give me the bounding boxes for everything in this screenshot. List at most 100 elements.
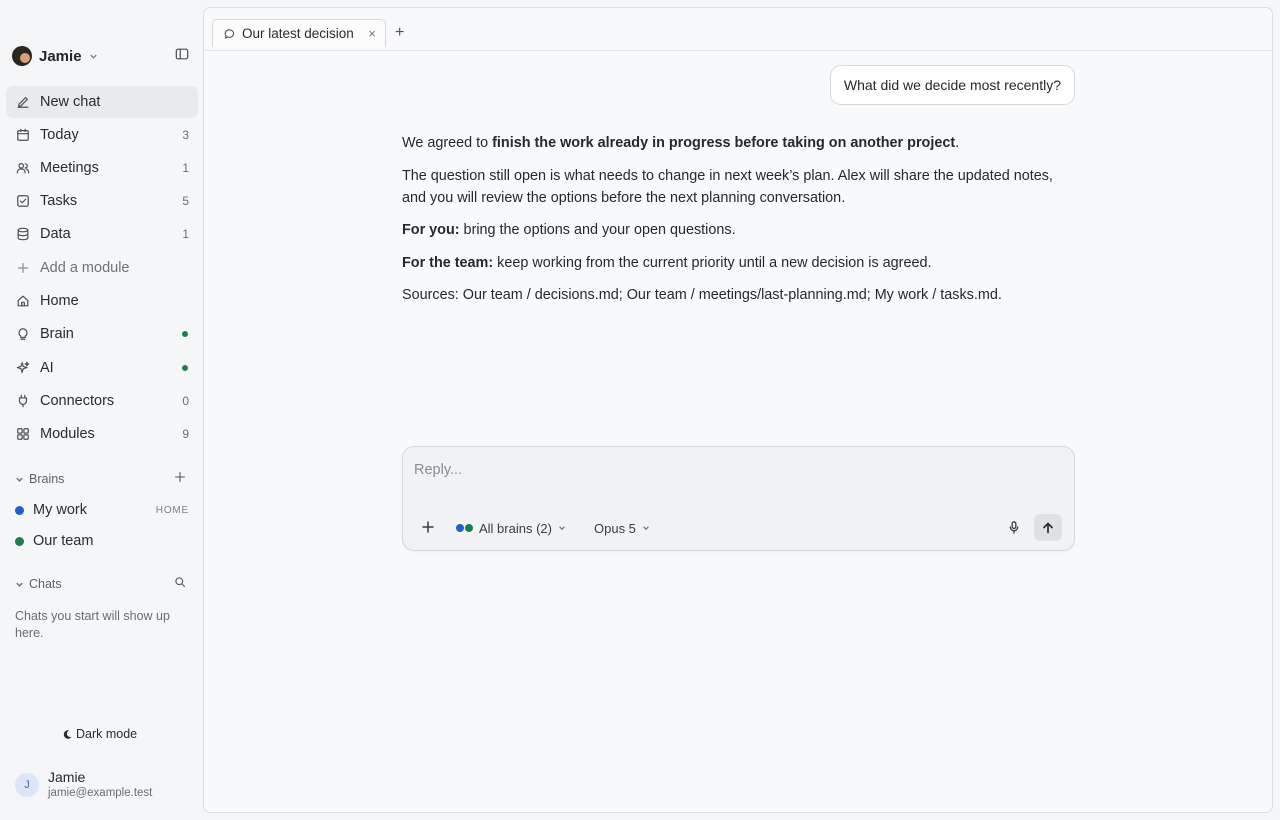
sidebar-item-modules[interactable]: Modules 9 <box>6 418 198 450</box>
reply-input[interactable] <box>414 458 1054 482</box>
add-module-button[interactable]: Add a module <box>6 252 198 284</box>
answer-text: . <box>955 135 960 151</box>
sidebar-item-connectors[interactable]: Connectors 0 <box>6 385 198 417</box>
chats-empty-state: Chats you start will show up here. <box>15 609 170 640</box>
chevron-down-icon <box>643 526 649 531</box>
brains-selector-label: All brains (2) <box>479 520 552 536</box>
plus-icon <box>422 521 434 533</box>
model-selector-label: Opus 5 <box>594 520 636 536</box>
users-icon <box>16 163 30 174</box>
home-icon <box>17 295 29 307</box>
dark-mode-label: Dark mode <box>76 727 138 741</box>
brain-item-our-team[interactable]: Our team <box>6 527 198 555</box>
brain-color-dot <box>15 536 24 546</box>
chevron-down-icon <box>16 582 23 587</box>
sidebar-item-home[interactable]: Home <box>6 285 198 317</box>
calendar-icon <box>17 128 29 141</box>
sidebar-item-brain[interactable]: Brain <box>6 318 198 350</box>
workspace-switcher[interactable]: Jamie <box>12 45 98 67</box>
sidebar-item-data[interactable]: Data 1 <box>6 218 198 250</box>
count-badge: 9 <box>182 427 189 441</box>
brains-selector[interactable]: All brains (2) <box>456 519 566 537</box>
status-dot <box>182 331 188 337</box>
arrow-up-icon <box>1043 522 1053 533</box>
grid-icon <box>17 428 29 440</box>
tab-bar: Our latest decision × + <box>204 8 1272 51</box>
user-info: Jamie jamie@example.test <box>48 769 152 800</box>
workspace-name: Jamie <box>39 47 82 65</box>
sidebar-toggle-icon[interactable] <box>175 47 189 61</box>
nav-label: Home <box>40 293 79 309</box>
chat-bubble-icon <box>224 28 235 39</box>
answer-bold-text: For you: <box>402 222 460 238</box>
tab-our-latest-decision[interactable]: Our latest decision × <box>212 19 386 47</box>
answer-sources: Sources: Our team / decisions.md; Our te… <box>402 287 1002 303</box>
section-heading: Brains <box>29 472 65 486</box>
plug-icon <box>18 394 28 408</box>
sidebar-item-ai[interactable]: AI <box>6 352 198 384</box>
database-icon <box>17 227 29 241</box>
sidebar-item-meetings[interactable]: Meetings 1 <box>6 152 198 184</box>
pencil-icon <box>17 97 29 108</box>
answer-bold-text: For the team: <box>402 254 494 271</box>
user-menu[interactable]: J Jamie jamie@example.test <box>15 769 152 800</box>
answer-bold-text: finish the work already in progress befo… <box>492 135 956 151</box>
search-icon[interactable] <box>174 576 186 588</box>
answer-paragraph: We agreed to finish the work already in … <box>402 132 1074 154</box>
tab-title: Our latest decision <box>242 26 354 41</box>
answer-paragraph: For you: bring the options and your open… <box>402 219 1074 241</box>
sidebar: Jamie New chat Today 3 Meetings 1 Tasks … <box>0 0 203 820</box>
lightbulb-icon <box>18 328 28 340</box>
send-button[interactable] <box>1034 514 1062 541</box>
nav-label: Add a module <box>40 260 130 276</box>
user-message: What did we decide most recently? <box>829 65 1075 105</box>
microphone-button[interactable] <box>1008 521 1020 534</box>
brain-item-my-work[interactable]: My work HOME <box>6 496 198 524</box>
new-tab-button[interactable]: + <box>395 25 404 41</box>
chevron-down-icon <box>559 526 565 531</box>
count-badge: 5 <box>182 194 189 208</box>
avatar: J <box>15 772 39 797</box>
count-badge: 3 <box>182 128 189 142</box>
nav-label: Meetings <box>40 160 99 176</box>
answer-paragraph: The question still open is what needs to… <box>402 167 1053 206</box>
new-chat-button[interactable]: New chat <box>6 86 198 118</box>
count-badge: 1 <box>182 227 189 241</box>
chevron-down-icon <box>89 54 97 59</box>
nav-label: New chat <box>40 94 101 110</box>
brain-color-dot <box>15 505 24 515</box>
microphone-icon <box>1009 521 1019 534</box>
sidebar-item-today[interactable]: Today 3 <box>6 119 198 151</box>
model-selector[interactable]: Opus 5 <box>594 519 650 537</box>
chats-section-toggle[interactable]: Chats <box>15 576 62 592</box>
brain-dots-icon <box>456 524 473 532</box>
assistant-message: We agreed to finish the work already in … <box>402 132 1074 317</box>
plus-icon <box>18 263 28 273</box>
add-brain-icon[interactable] <box>174 471 186 483</box>
user-name: Jamie <box>48 769 86 785</box>
count-badge: 1 <box>182 161 189 175</box>
nav-label: Today <box>40 127 79 143</box>
brain-label: My work <box>33 502 87 518</box>
attach-button[interactable] <box>422 521 434 533</box>
sidebar-item-tasks[interactable]: Tasks 5 <box>6 185 198 217</box>
count-badge: 0 <box>182 394 189 408</box>
nav-label: Modules <box>40 426 95 442</box>
user-email: jamie@example.test <box>48 787 153 799</box>
reply-composer: All brains (2) Opus 5 <box>402 446 1075 551</box>
section-heading: Chats <box>29 577 62 591</box>
workspace-avatar-icon <box>12 46 32 66</box>
moon-icon <box>63 729 72 739</box>
answer-paragraph: For the team: keep working from the curr… <box>402 252 1074 274</box>
main-panel: Our latest decision × + What did we deci… <box>203 7 1273 813</box>
close-icon[interactable]: × <box>368 26 376 41</box>
brains-section-toggle[interactable]: Brains <box>15 471 64 487</box>
dark-mode-button[interactable]: Dark mode <box>62 725 137 743</box>
sparkles-icon <box>16 361 30 373</box>
answer-text: keep working from the current priority u… <box>493 254 932 271</box>
chevron-down-icon <box>16 477 23 482</box>
nav-label: AI <box>40 360 54 376</box>
nav-label: Data <box>40 226 71 242</box>
checkbox-icon <box>17 195 29 207</box>
answer-text: We agreed to <box>402 135 493 151</box>
